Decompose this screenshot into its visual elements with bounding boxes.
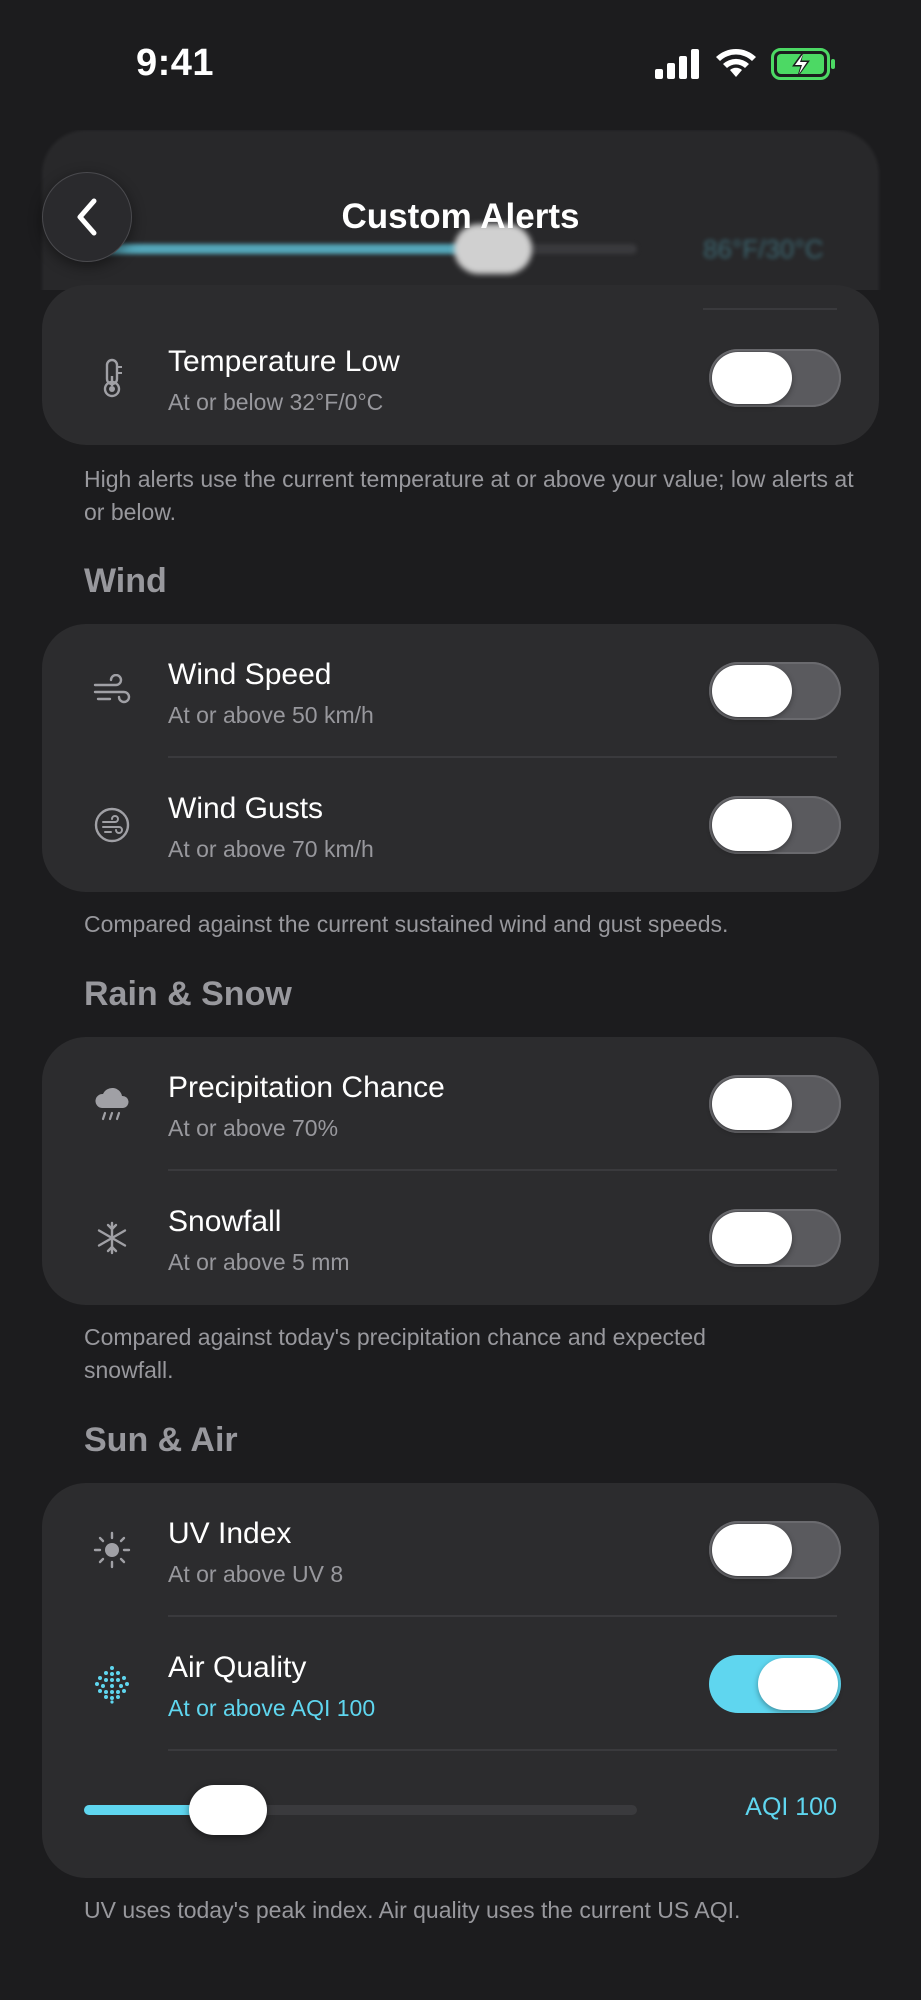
precipitation-chance-toggle[interactable] bbox=[709, 1075, 841, 1133]
wind-gusts-toggle[interactable] bbox=[709, 796, 841, 854]
temperature-low-toggle[interactable] bbox=[709, 349, 841, 407]
toggle-knob bbox=[712, 352, 792, 404]
rain-snow-card: Precipitation Chance At or above 70% Sno… bbox=[42, 1037, 879, 1305]
toggle-knob bbox=[712, 1524, 792, 1576]
wind-footnote: Compared against the current sustained w… bbox=[84, 911, 729, 937]
toggle-knob bbox=[758, 1658, 838, 1710]
alert-row-wind-speed[interactable]: Wind Speed At or above 50 km/h bbox=[42, 624, 879, 758]
alert-title: Wind Gusts bbox=[168, 792, 324, 825]
alert-threshold: At or above 70% bbox=[168, 1115, 339, 1141]
rain-snow-footnote: Compared against today's precipitation c… bbox=[84, 1324, 706, 1383]
temperature-card: Temperature Low At or below 32°F/0°C bbox=[42, 285, 879, 445]
cellular-signal-icon bbox=[655, 49, 699, 79]
snowflake-icon bbox=[92, 1218, 132, 1258]
sun-icon bbox=[92, 1530, 132, 1570]
alert-row-snowfall[interactable]: Snowfall At or above 5 mm bbox=[42, 1171, 879, 1305]
wifi-icon bbox=[716, 49, 756, 77]
temperature-footnote: High alerts use the current temperature … bbox=[84, 466, 854, 525]
uv-index-toggle[interactable] bbox=[709, 1521, 841, 1579]
row-divider bbox=[703, 308, 837, 310]
toggle-knob bbox=[712, 1212, 792, 1264]
alert-threshold: At or above AQI 100 bbox=[168, 1695, 376, 1721]
alert-row-uv-index[interactable]: UV Index At or above UV 8 bbox=[42, 1483, 879, 1617]
air-quality-toggle[interactable] bbox=[709, 1655, 841, 1713]
snowfall-toggle[interactable] bbox=[709, 1209, 841, 1267]
alert-threshold: At or above UV 8 bbox=[168, 1561, 344, 1587]
alert-row-temperature-low[interactable]: Temperature Low At or below 32°F/0°C bbox=[42, 311, 879, 445]
row-divider bbox=[168, 1749, 837, 1751]
page-title: Custom Alerts bbox=[341, 197, 580, 236]
section-header-rain-snow: Rain & Snow bbox=[84, 975, 292, 1013]
alert-title: Precipitation Chance bbox=[168, 1071, 445, 1104]
nav-header: Custom Alerts bbox=[0, 165, 921, 275]
alert-row-wind-gusts[interactable]: Wind Gusts At or above 70 km/h bbox=[42, 758, 879, 892]
cloud-rain-icon bbox=[92, 1084, 132, 1124]
alert-title: Air Quality bbox=[168, 1651, 307, 1684]
wind-speed-toggle[interactable] bbox=[709, 662, 841, 720]
status-icons bbox=[655, 48, 837, 80]
wind-gust-icon bbox=[92, 805, 132, 845]
wind-card: Wind Speed At or above 50 km/h Wind Gust… bbox=[42, 624, 879, 892]
alert-title: Snowfall bbox=[168, 1205, 282, 1238]
alert-threshold: At or above 5 mm bbox=[168, 1249, 350, 1275]
toggle-knob bbox=[712, 799, 792, 851]
alert-row-precipitation-chance[interactable]: Precipitation Chance At or above 70% bbox=[42, 1037, 879, 1171]
alert-title: UV Index bbox=[168, 1517, 292, 1550]
status-time: 9:41 bbox=[136, 42, 215, 84]
thermometer-icon bbox=[92, 358, 132, 398]
battery-charging-icon bbox=[771, 48, 835, 80]
alert-threshold: At or below 32°F/0°C bbox=[168, 389, 384, 415]
air-quality-icon bbox=[92, 1664, 132, 1704]
wind-icon bbox=[92, 671, 132, 711]
section-header-sun-air: Sun & Air bbox=[84, 1421, 238, 1459]
toggle-knob bbox=[712, 1078, 792, 1130]
alert-threshold: At or above 50 km/h bbox=[168, 702, 374, 728]
toggle-knob bbox=[712, 665, 792, 717]
section-header-wind: Wind bbox=[84, 562, 167, 600]
aqi-slider-thumb[interactable] bbox=[189, 1785, 268, 1835]
aqi-slider-track[interactable] bbox=[84, 1805, 637, 1815]
sun-air-card: UV Index At or above UV 8 Air Quality At… bbox=[42, 1483, 879, 1878]
alert-threshold: At or above 70 km/h bbox=[168, 836, 374, 862]
alert-row-air-quality[interactable]: Air Quality At or above AQI 100 bbox=[42, 1617, 879, 1751]
sun-air-footnote: UV uses today's peak index. Air quality … bbox=[84, 1897, 741, 1923]
status-bar: 9:41 bbox=[0, 0, 921, 130]
alert-title: Wind Speed bbox=[168, 658, 332, 691]
aqi-slider-value: AQI 100 bbox=[745, 1793, 837, 1821]
alert-title: Temperature Low bbox=[168, 345, 400, 378]
